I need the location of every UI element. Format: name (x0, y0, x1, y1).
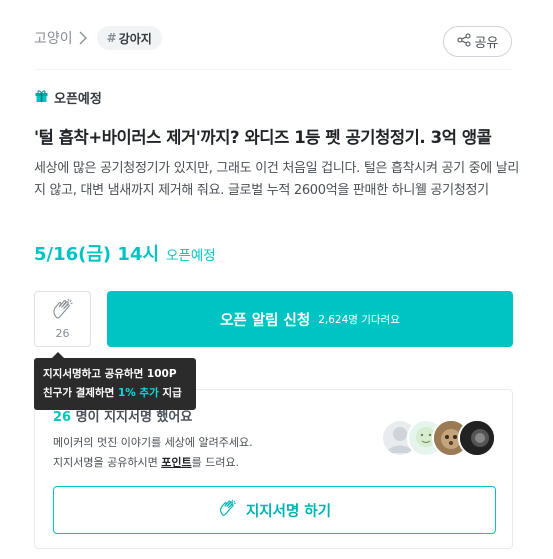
tag-label: 강아지 (118, 31, 152, 46)
open-notify-button[interactable]: 오픈 알림 신청 2,624명 기다려요 (107, 291, 513, 347)
gift-icon (34, 88, 54, 107)
breadcrumb: 고양이 # 강아지 (34, 26, 162, 50)
share-button[interactable]: 공유 (443, 26, 512, 57)
breadcrumb-category-link[interactable]: 고양이 (34, 28, 73, 48)
signature-reward-text: 지지서명을 공유하시면 포인트를 드려요. (53, 454, 239, 470)
signature-count: 26 (53, 410, 72, 425)
project-title: '털 흡착+바이러스 제거'까지? 와디즈 1등 펫 공기청정기. 3억 앵콜 (34, 128, 492, 147)
reward-tooltip: 지지서명하고 공유하면 100P 친구가 결제하면 1% 추가 지급 (34, 358, 196, 410)
clap-icon (51, 298, 75, 324)
open-date-value: 5/16(금) 14시 (34, 244, 160, 265)
signature-card: 26 명이 지지서명 했어요 메이커의 멋진 이야기를 세상에 알려주세요. 지… (34, 389, 513, 549)
chevron-right-icon (79, 31, 87, 45)
waiting-count: 2,624명 기다려요 (318, 313, 400, 326)
open-status-label: 오픈예정 (54, 92, 102, 107)
point-link[interactable]: 포인트 (161, 456, 191, 469)
signature-heading-text: 명이 지지서명 했어요 (71, 410, 193, 425)
share-icon (456, 32, 475, 51)
sign-support-label: 지지서명 하기 (245, 503, 332, 520)
open-date: 5/16(금) 14시 오픈예정 (34, 240, 216, 266)
avatar (458, 419, 496, 457)
tag-hash: # (106, 31, 117, 45)
header-divider (34, 69, 512, 70)
project-description: 세상에 많은 공기청정기가 있지만, 그래도 이건 처음일 겁니다. 털은 흡착… (34, 161, 520, 198)
reward-text-suffix: 를 드려요. (191, 456, 240, 469)
tooltip-line2-suffix: 지급 (158, 387, 182, 399)
open-notify-label: 오픈 알림 신청 (220, 312, 311, 329)
tooltip-line1: 지지서명하고 공유하면 100P (43, 368, 177, 380)
support-count: 26 (55, 327, 70, 340)
reward-text-prefix: 지지서명을 공유하시면 (53, 456, 162, 469)
share-label: 공유 (474, 36, 499, 51)
tooltip-line2-prefix: 친구가 결제하면 (43, 387, 118, 399)
open-date-label: 오픈예정 (166, 248, 216, 264)
supporter-avatars (381, 419, 496, 457)
tooltip-accent: 1% 추가 (117, 387, 159, 399)
sign-support-button[interactable]: 지지서명 하기 (53, 486, 496, 534)
open-status: 오픈예정 (34, 88, 102, 107)
support-clap-button[interactable]: 26 (34, 291, 91, 347)
tag-chip[interactable]: # 강아지 (96, 26, 162, 50)
tooltip-line2: 친구가 결제하면 1% 추가 지급 (43, 384, 196, 403)
clap-icon (218, 499, 246, 521)
signature-description: 메이커의 멋진 이야기를 세상에 알려주세요. (53, 436, 253, 449)
